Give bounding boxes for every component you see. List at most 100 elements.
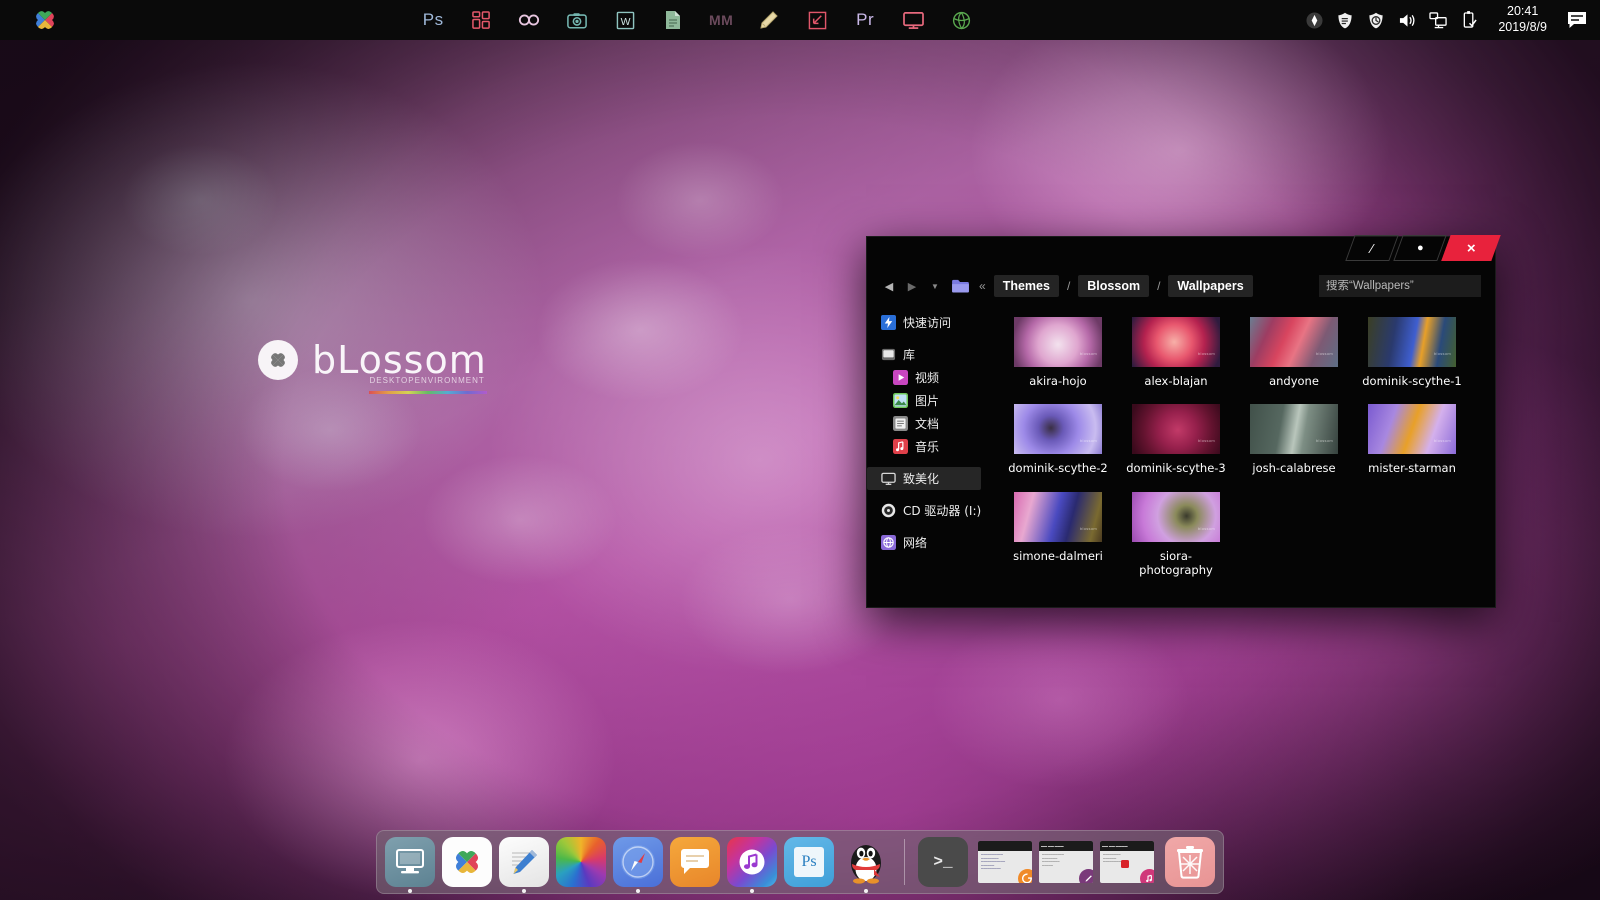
topbar-app-infinity[interactable] — [514, 5, 544, 35]
dock-item-blossom-store[interactable] — [442, 837, 492, 887]
file-thumbnail: blossom — [1368, 317, 1456, 367]
dock-minimized-editor-window[interactable]: ▬▬ ▬▬ ▬▬▬ ▬▬▬▬▬▬▬▬▬▬▬▬▬▬▬▬▬▬▬▬▬▬▬▬▬▬▬▬▬▬ — [1039, 841, 1093, 883]
file-item[interactable]: blossom andyone — [1235, 317, 1353, 388]
svg-text:W: W — [620, 16, 630, 27]
sidebar-item-network[interactable]: 网络 — [867, 531, 981, 554]
topbar-app-app-grid[interactable] — [466, 5, 496, 35]
dock-item-terminal[interactable]: >_ — [918, 837, 968, 887]
usb-eject-icon[interactable] — [1459, 10, 1479, 30]
topbar-app-display[interactable] — [898, 5, 928, 35]
blossom-clover-icon — [442, 837, 492, 887]
file-grid: blossom akira-hojo blossom alex-blajan b… — [987, 303, 1495, 607]
file-item[interactable]: blossom akira-hojo — [999, 317, 1117, 388]
topbar-app-label: Pr — [856, 10, 874, 30]
forward-button[interactable]: ▶ — [904, 277, 920, 295]
search-box[interactable] — [1319, 275, 1481, 297]
file-item[interactable]: blossom siora-photography — [1117, 492, 1235, 578]
dock-item-safari[interactable] — [613, 837, 663, 887]
history-dropdown-button[interactable]: ▼ — [927, 277, 943, 295]
dock-item-qq[interactable] — [841, 837, 891, 887]
file-item[interactable]: blossom mister-starman — [1353, 404, 1471, 475]
file-item[interactable]: blossom josh-calabrese — [1235, 404, 1353, 475]
pictures-icon — [893, 393, 908, 408]
dock-item-messages[interactable] — [670, 837, 720, 887]
topbar-app-camera[interactable] — [562, 5, 592, 35]
search-input[interactable] — [1326, 280, 1480, 292]
dock-item-finder[interactable] — [385, 837, 435, 887]
thumbnail-watermark: blossom — [1198, 438, 1215, 443]
file-name: simone-dalmeri — [1006, 549, 1110, 563]
window-content-thumb: ▬▬▬▬▬▬▬▬▬▬▬▬▬▬▬▬▬▬▬▬▬▬▬ — [1100, 851, 1154, 868]
file-name: alex-blajan — [1124, 374, 1228, 388]
camera-icon — [567, 12, 587, 29]
sidebar-item-pictures[interactable]: 图片 — [867, 389, 981, 412]
file-item[interactable]: blossom simone-dalmeri — [999, 492, 1117, 578]
running-dot — [636, 889, 640, 893]
topbar-app-premiere[interactable]: Pr — [850, 5, 880, 35]
dock-minimized-music-window[interactable]: ▬▬ ▬▬ ▬▬▬▬ ▬▬▬▬▬▬▬▬▬▬▬▬▬▬▬▬▬▬▬▬▬▬▬ — [1100, 841, 1154, 883]
dock-item-photos[interactable] — [556, 837, 606, 887]
folder-icon[interactable] — [952, 279, 969, 293]
firefox-badge-icon — [1018, 869, 1032, 883]
topbar-logo-button[interactable] — [0, 7, 90, 33]
sidebar-item-quick-access[interactable]: 快速访问 — [867, 311, 981, 334]
topbar-app-arrow-box[interactable] — [802, 5, 832, 35]
dock-item-music[interactable] — [727, 837, 777, 887]
file-thumbnail: blossom — [1014, 404, 1102, 454]
security-shield-icon[interactable] — [1335, 10, 1355, 30]
file-item[interactable]: blossom dominik-scythe-3 — [1117, 404, 1235, 475]
network-folder-icon — [881, 535, 896, 550]
dock-item-notes[interactable] — [499, 837, 549, 887]
minimize-button[interactable]: ⁄ — [1345, 235, 1398, 261]
file-manager-body: 快速访问 库 视频 图片 — [867, 303, 1495, 607]
sidebar-item-cd-drive[interactable]: CD 驱动器 (I:) — [867, 499, 981, 522]
topbar-app-brush[interactable] — [754, 5, 784, 35]
thumbnail-watermark: blossom — [1316, 438, 1333, 443]
topbar-app-icons: Ps — [90, 5, 1304, 35]
dock-minimized-browser-window[interactable]: ▬▬▬▬▬▬▬▬▬▬▬▬▬▬▬▬▬▬▬▬▬▬▬▬▬▬▬▬▬▬▬▬▬▬▬▬▬▬▬▬… — [978, 841, 1032, 883]
breadcrumb-item-blossom[interactable]: Blossom — [1078, 275, 1149, 297]
dock-item-photoshop[interactable]: Ps — [784, 837, 834, 887]
topbar-app-globe[interactable] — [946, 5, 976, 35]
sidebar-item-documents[interactable]: 文档 — [867, 412, 981, 435]
file-name: dominik-scythe-1 — [1360, 374, 1464, 388]
clock[interactable]: 20:41 2019/8/9 — [1490, 4, 1555, 35]
file-thumbnail: blossom — [1014, 317, 1102, 367]
running-dot — [522, 889, 526, 893]
breadcrumb-item-themes[interactable]: Themes — [994, 275, 1059, 297]
file-manager-titlebar: ⁄ ● × — [867, 237, 1495, 269]
sidebar-item-beautify[interactable]: 致美化 — [867, 467, 981, 490]
file-item[interactable]: blossom alex-blajan — [1117, 317, 1235, 388]
thumbnail-watermark: blossom — [1316, 351, 1333, 356]
sidebar-label: 图片 — [915, 392, 939, 409]
action-center-icon[interactable] — [1304, 10, 1324, 30]
topbar-app-word[interactable]: W — [610, 5, 640, 35]
breadcrumb-separator: / — [1156, 279, 1161, 293]
window-titlebar-thumb: ▬▬ ▬▬ ▬▬▬▬ — [1100, 841, 1154, 851]
close-button[interactable]: × — [1441, 235, 1500, 261]
file-item[interactable]: blossom dominik-scythe-2 — [999, 404, 1117, 475]
notification-icon[interactable] — [1566, 9, 1588, 31]
sidebar-item-videos[interactable]: 视频 — [867, 366, 981, 389]
file-item[interactable]: blossom dominik-scythe-1 — [1353, 317, 1471, 388]
topbar-app-document[interactable] — [658, 5, 688, 35]
sidebar-item-library[interactable]: 库 — [867, 343, 981, 366]
volume-icon[interactable] — [1397, 10, 1417, 30]
word-icon: W — [616, 11, 635, 30]
dock-item-trash[interactable] — [1165, 837, 1215, 887]
sidebar-label: 视频 — [915, 369, 939, 386]
topbar-app-photoshop[interactable]: Ps — [418, 5, 448, 35]
back-button[interactable]: ◀ — [881, 277, 897, 295]
file-manager-window[interactable]: ⁄ ● × ◀ ▶ ▼ « Themes / Blossom / Wallpap — [866, 236, 1496, 608]
breadcrumb-item-wallpapers[interactable]: Wallpapers — [1168, 275, 1252, 297]
topbar-app-mm[interactable]: MM — [706, 5, 736, 35]
topbar-system-tray: 20:41 2019/8/9 — [1304, 4, 1600, 35]
maximize-button[interactable]: ● — [1393, 235, 1446, 261]
file-name: dominik-scythe-3 — [1124, 461, 1228, 475]
thumbnail-watermark: blossom — [1434, 438, 1451, 443]
file-thumbnail: blossom — [1132, 404, 1220, 454]
cloud-sync-icon[interactable] — [1366, 10, 1386, 30]
qq-penguin-icon — [841, 837, 891, 887]
sidebar-item-music[interactable]: 音乐 — [867, 435, 981, 458]
network-icon[interactable] — [1428, 10, 1448, 30]
